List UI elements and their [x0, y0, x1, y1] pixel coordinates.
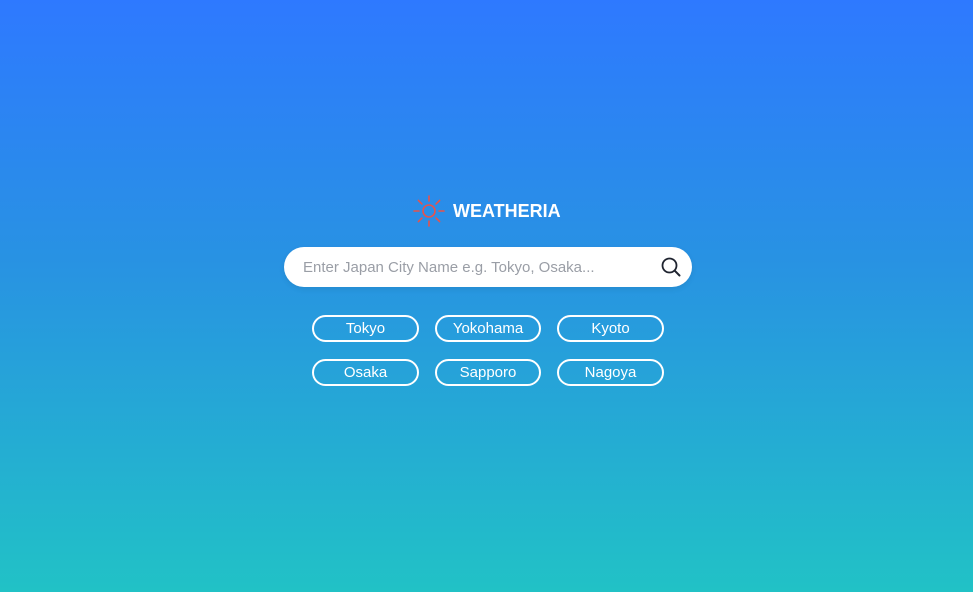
search-icon[interactable] [660, 256, 682, 278]
sun-icon [413, 195, 445, 227]
brand: WEATHERIA [412, 194, 561, 228]
city-chip-nagoya[interactable]: Nagoya [557, 359, 664, 386]
city-chip-sapporo[interactable]: Sapporo [435, 359, 541, 386]
search-input[interactable] [303, 247, 643, 287]
search-bar [284, 247, 692, 287]
city-chip-tokyo[interactable]: Tokyo [312, 315, 419, 342]
city-chip-yokohama[interactable]: Yokohama [435, 315, 541, 342]
city-chip-osaka[interactable]: Osaka [312, 359, 419, 386]
city-chip-kyoto[interactable]: Kyoto [557, 315, 664, 342]
city-suggestions: Tokyo Yokohama Kyoto Osaka Sapporo Nagoy… [312, 315, 664, 386]
app-title: WEATHERIA [453, 200, 561, 221]
